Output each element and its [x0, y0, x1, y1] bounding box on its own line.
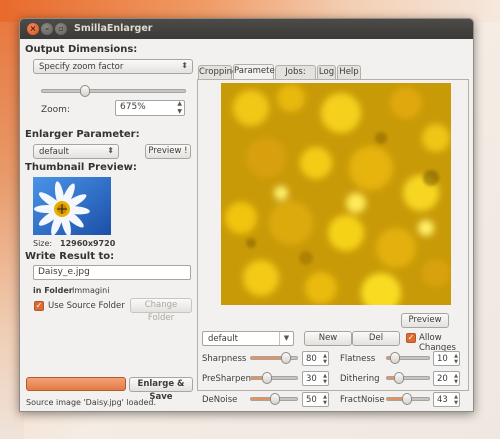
status-bar-text: Source image 'Daisy.jpg' loaded. — [26, 398, 157, 407]
left-param-spinbox[interactable]: 80 ▲ ▼ — [302, 351, 329, 366]
enlarger-preset-value: default — [39, 147, 69, 157]
tab-log[interactable]: Log — [317, 65, 336, 80]
right-param-slider[interactable] — [386, 352, 430, 364]
progress-fill — [27, 378, 125, 390]
updown-arrows-icon: ⬍ — [181, 61, 188, 70]
size-value: 12960x9720 — [60, 239, 116, 248]
use-source-folder-checkbox[interactable]: ✓ — [34, 301, 44, 311]
right-param-slider-handle[interactable] — [390, 352, 401, 364]
progress-bar — [26, 377, 126, 391]
in-folder-label: in Folder — [33, 286, 73, 295]
title-bar[interactable]: × – ▫ SmillaEnlarger — [20, 19, 473, 39]
right-param-spinbox[interactable]: 20 ▲ ▼ — [433, 371, 460, 386]
change-folder-button[interactable]: Change Folder — [130, 298, 192, 323]
updown-arrows-icon: ⬍ — [107, 146, 114, 155]
left-param-slider-handle[interactable] — [281, 352, 292, 364]
thumbnail-preview-heading: Thumbnail Preview: — [25, 162, 137, 173]
right-param-value: 10 — [437, 354, 448, 364]
new-preset-button[interactable]: New — [304, 331, 352, 346]
minimize-icon[interactable]: – — [41, 23, 53, 35]
left-param-label: Sharpness — [202, 354, 247, 364]
delete-preset-button[interactable]: Del — [352, 331, 400, 346]
zoom-mode-select[interactable]: Specify zoom factor ⬍ — [33, 59, 193, 74]
enlarge-save-button[interactable]: Enlarge & Save — [129, 377, 193, 402]
right-param-slider[interactable] — [386, 372, 430, 384]
tab-help[interactable]: Help — [337, 65, 361, 80]
left-param-value: 80 — [306, 354, 317, 364]
preview-thumbnail-button[interactable]: Preview ! — [145, 144, 191, 159]
left-param-slider[interactable] — [250, 372, 298, 384]
zoom-value: 675% — [120, 102, 146, 112]
right-param-slider[interactable] — [386, 393, 430, 405]
zoom-slider-handle[interactable] — [79, 85, 90, 97]
zoom-slider[interactable] — [41, 85, 186, 97]
spin-down-icon[interactable]: ▼ — [454, 359, 458, 365]
write-result-heading: Write Result to: — [25, 251, 115, 262]
left-param-value: 30 — [306, 374, 317, 384]
allow-changes-label: Allow Changes — [419, 333, 456, 353]
zoom-label: Zoom: — [41, 105, 70, 115]
left-param-slider[interactable] — [250, 352, 298, 364]
output-filename-value: Daisy_e.jpg — [38, 267, 90, 277]
right-param-spinbox[interactable]: 10 ▲ ▼ — [433, 351, 460, 366]
use-source-folder-label: Use Source Folder — [48, 301, 125, 311]
allow-changes-checkbox[interactable]: ✓ — [406, 333, 416, 343]
size-label: Size: — [33, 239, 53, 248]
left-param-label: PreSharpen — [202, 374, 252, 384]
parameter-preset-value: default — [208, 334, 238, 344]
output-filename-field[interactable]: Daisy_e.jpg — [33, 265, 191, 280]
spin-down-icon[interactable]: ▼ — [323, 379, 327, 385]
left-param-spinbox[interactable]: 50 ▲ ▼ — [302, 392, 329, 407]
left-param-spinbox[interactable]: 30 ▲ ▼ — [302, 371, 329, 386]
parameter-preset-combo[interactable]: default ▼ — [202, 331, 294, 346]
spin-down-icon[interactable]: ▼ — [323, 359, 327, 365]
tab-jobs[interactable]: Jobs: (0/0) — [275, 65, 316, 90]
maximize-icon[interactable]: ▫ — [55, 23, 67, 35]
left-param-value: 50 — [306, 395, 317, 405]
spin-down-icon[interactable]: ▼ — [454, 379, 458, 385]
right-param-label: Flatness — [340, 354, 376, 364]
left-param-slider-handle[interactable] — [270, 393, 280, 405]
window-title: SmillaEnlarger — [74, 23, 153, 34]
right-param-spinbox[interactable]: 43 ▲ ▼ — [433, 392, 460, 407]
spin-arrows-icon[interactable]: ▲ ▼ — [177, 100, 182, 116]
right-param-value: 20 — [437, 374, 448, 384]
spin-down-icon[interactable]: ▼ — [454, 400, 458, 406]
close-icon[interactable]: × — [27, 23, 39, 35]
left-param-slider-handle[interactable] — [262, 372, 273, 384]
folder-name: Immagini — [72, 286, 110, 295]
thumbnail-image[interactable] — [33, 177, 111, 235]
zoom-mode-value: Specify zoom factor — [39, 62, 124, 72]
right-param-slider-handle[interactable] — [393, 372, 404, 384]
right-param-value: 43 — [437, 395, 448, 405]
enlarged-preview-image[interactable] — [221, 83, 451, 305]
chevron-down-icon[interactable]: ▼ — [279, 332, 293, 345]
tab-parameter[interactable]: Parameter — [233, 64, 278, 80]
right-param-slider-handle[interactable] — [401, 393, 412, 405]
enlarger-parameter-heading: Enlarger Parameter: — [25, 129, 140, 140]
app-window: × – ▫ SmillaEnlarger Output Dimensions: … — [19, 18, 474, 412]
parameter-panel: Preview default ▼ New Del ✓ Allow Change… — [197, 79, 469, 407]
preview-button[interactable]: Preview — [401, 313, 449, 328]
right-param-label: FractNoise — [340, 395, 385, 405]
spin-down-icon[interactable]: ▼ — [323, 400, 327, 406]
right-param-label: Dithering — [340, 374, 380, 384]
left-param-slider[interactable] — [250, 393, 298, 405]
enlarger-preset-select[interactable]: default ⬍ — [33, 144, 119, 159]
left-param-label: DeNoise — [202, 395, 238, 405]
tab-cropping[interactable]: Cropping — [198, 65, 237, 80]
zoom-field[interactable]: 675% ▲ ▼ — [115, 100, 185, 116]
output-dimensions-heading: Output Dimensions: — [25, 44, 138, 55]
